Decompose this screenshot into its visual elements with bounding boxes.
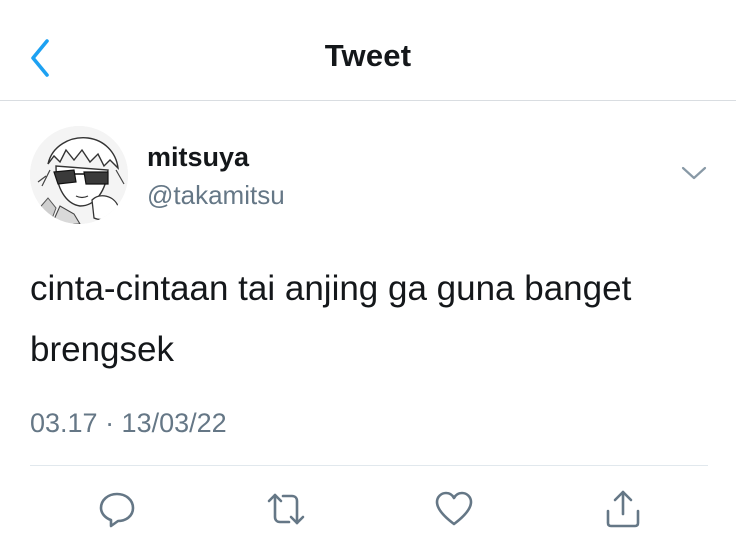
retweet-icon <box>267 493 305 525</box>
author-display-name[interactable]: mitsuya <box>147 142 249 173</box>
chevron-down-icon <box>681 166 707 180</box>
share-button[interactable] <box>601 487 645 531</box>
like-button[interactable] <box>432 487 476 531</box>
tweet-timestamp: 03.17 · 13/03/22 <box>30 408 227 438</box>
divider <box>30 465 708 466</box>
tweet-text: cinta-cintaan tai anjing ga guna banget … <box>30 269 632 369</box>
reply-button[interactable] <box>95 487 139 531</box>
reply-icon <box>99 492 135 528</box>
author-handle[interactable]: @takamitsu <box>147 180 285 211</box>
like-icon <box>435 491 473 526</box>
manga-character-avatar-icon <box>30 126 128 224</box>
top-bar: Tweet <box>0 0 736 101</box>
retweet-button[interactable] <box>264 487 308 531</box>
more-options-button[interactable] <box>676 158 712 188</box>
avatar[interactable] <box>30 126 128 224</box>
page-title: Tweet <box>324 38 412 73</box>
share-icon <box>606 490 640 528</box>
